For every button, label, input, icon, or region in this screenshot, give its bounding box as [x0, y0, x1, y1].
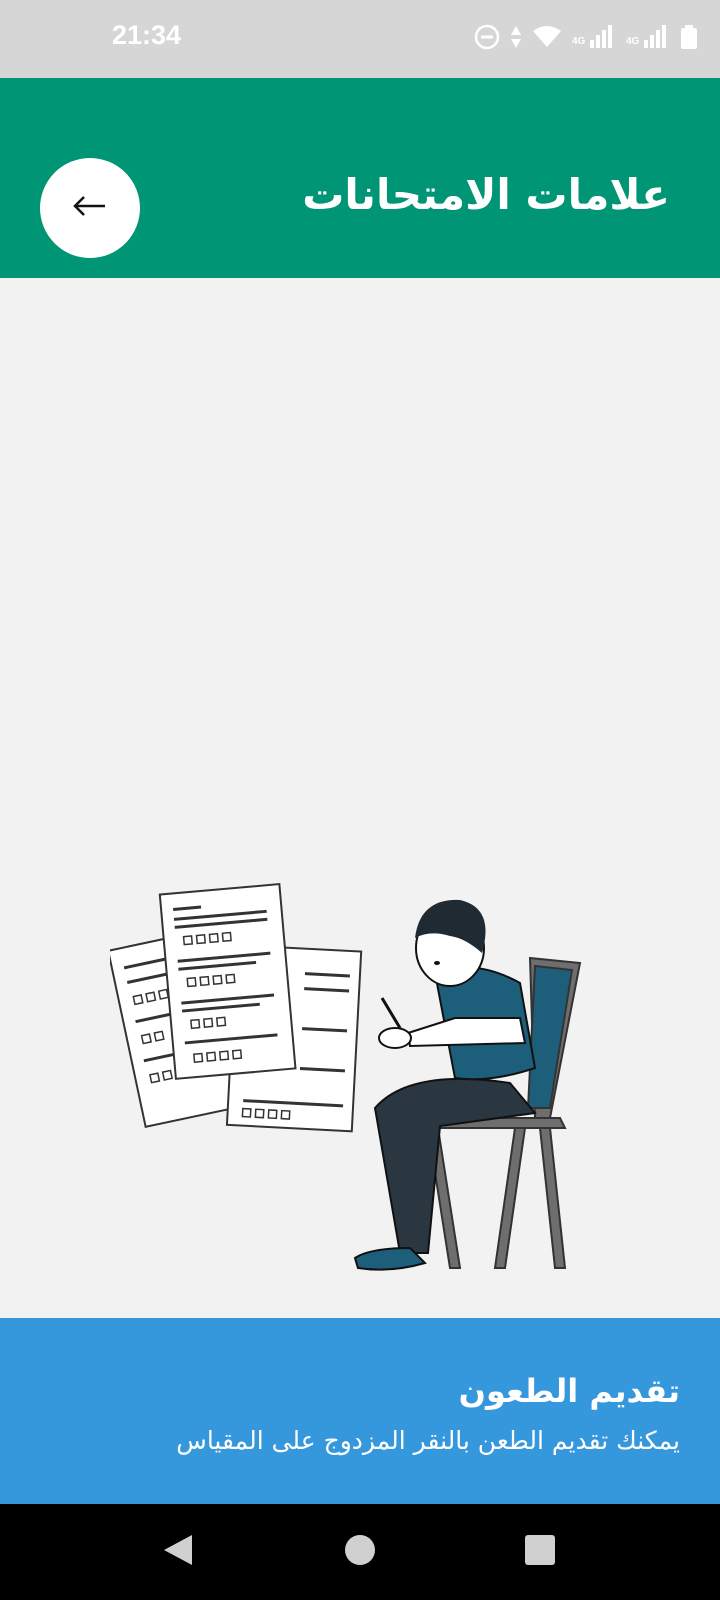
student-writing-exam-icon	[107, 868, 610, 1298]
status-bar: 21:34 4G 4G	[0, 0, 720, 78]
square-recents-icon	[524, 1534, 556, 1570]
data-arrows-icon	[510, 24, 522, 54]
nav-recents-button[interactable]	[520, 1532, 560, 1572]
nav-back-button[interactable]	[158, 1532, 198, 1572]
battery-icon	[680, 24, 698, 54]
circle-home-icon	[344, 1534, 376, 1570]
back-button[interactable]	[40, 158, 140, 258]
system-nav-bar	[0, 1504, 720, 1600]
info-panel: تقديم الطعون يمكنك تقديم الطعن بالنقر ال…	[0, 1318, 720, 1504]
info-title: تقديم الطعون	[458, 1372, 680, 1410]
app-header: علامات الامتحانات	[0, 78, 720, 278]
signal-4g-icon: 4G	[572, 24, 616, 54]
svg-text:4G: 4G	[626, 36, 640, 47]
svg-text:4G: 4G	[572, 36, 586, 47]
wifi-icon	[532, 25, 562, 53]
triangle-back-icon	[162, 1533, 194, 1571]
do-not-disturb-icon	[474, 24, 500, 54]
arrow-left-icon	[72, 194, 108, 222]
main-content	[0, 278, 720, 1318]
page-title: علامات الامتحانات	[302, 170, 670, 219]
info-description: يمكنك تقديم الطعن بالنقر المزدوج على الم…	[176, 1426, 680, 1455]
nav-home-button[interactable]	[340, 1532, 380, 1572]
status-time: 21:34	[112, 20, 182, 50]
status-icons: 4G 4G	[474, 22, 698, 56]
signal-4g-icon: 4G	[626, 24, 670, 54]
